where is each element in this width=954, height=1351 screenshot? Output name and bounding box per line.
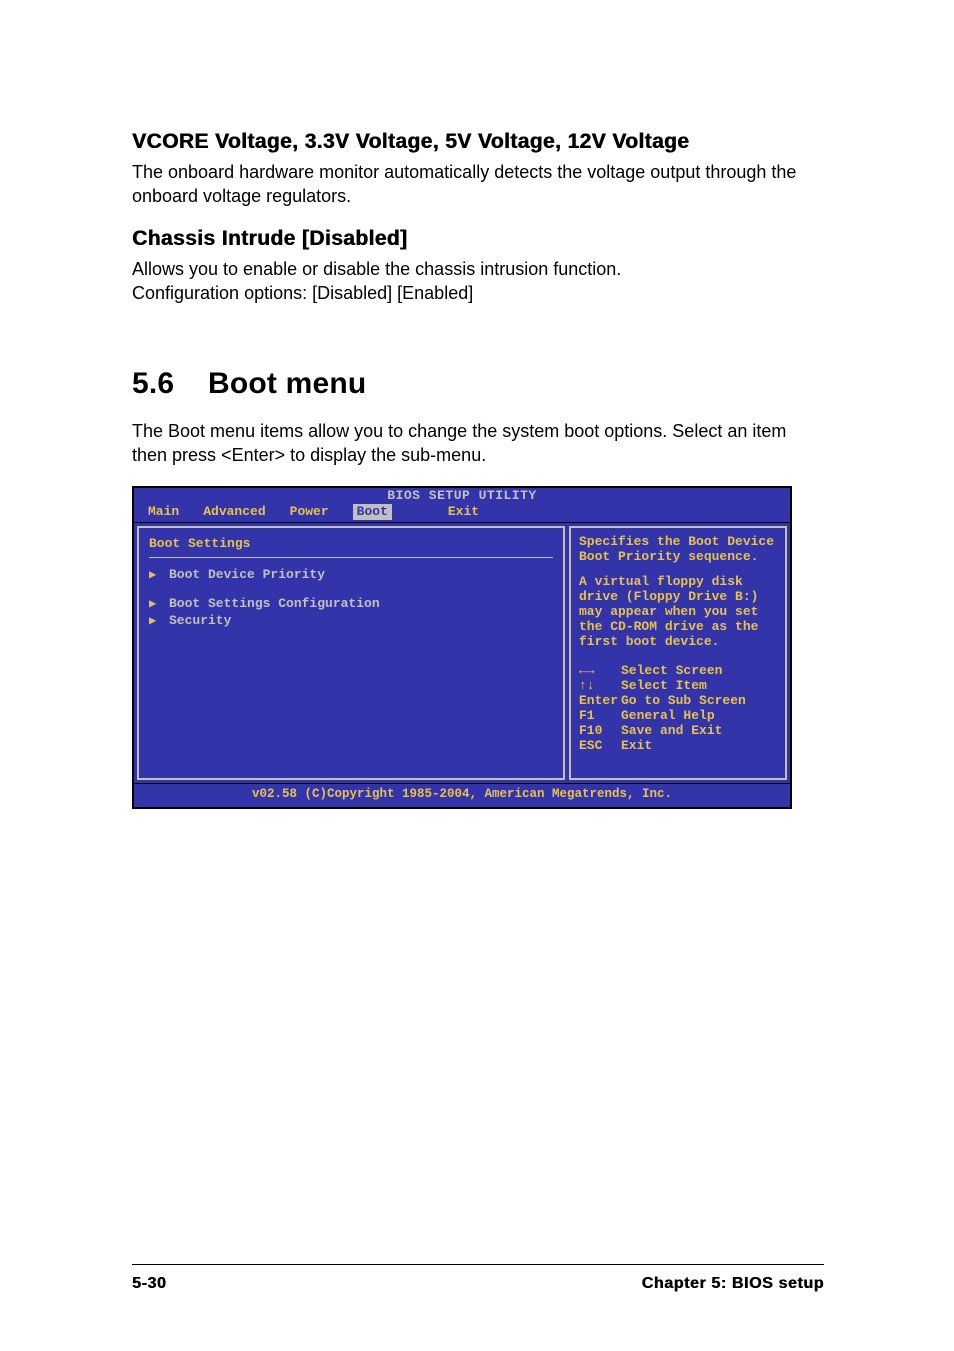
nav-key: Enter — [579, 693, 621, 708]
heading-chassis: Chassis Intrude [Disabled] — [132, 227, 824, 251]
page-footer: 5-30 Chapter 5: BIOS setup — [132, 1264, 824, 1293]
menu-item-boot-settings-config: ▶Boot Settings Configuration — [149, 595, 553, 612]
heading-title: Boot menu — [208, 367, 366, 400]
triangle-icon: ▶ — [149, 596, 169, 611]
nav-hints: ←→Select Screen ↑↓Select Item EnterGo to… — [579, 663, 777, 753]
tab-advanced: Advanced — [203, 504, 265, 520]
text-boot-menu: The Boot menu items allow you to change … — [132, 419, 824, 468]
help-text-2: A virtual floppy disk drive (Floppy Driv… — [579, 574, 777, 649]
nav-key: ←→ — [579, 663, 621, 678]
nav-label: Save and Exit — [621, 723, 722, 738]
menu-label: Boot Settings Configuration — [169, 596, 380, 611]
bios-tabs: Main Advanced Power Boot Exit — [134, 504, 790, 522]
menu-label: Security — [169, 613, 231, 628]
bios-title: BIOS SETUP UTILITY — [134, 488, 790, 504]
bios-right-panel: Specifies the Boot Device Boot Priority … — [569, 526, 787, 780]
nav-label: General Help — [621, 708, 715, 723]
triangle-icon: ▶ — [149, 567, 169, 582]
chapter-label: Chapter 5: BIOS setup — [642, 1275, 824, 1293]
heading-number: 5.6 — [132, 367, 208, 401]
menu-item-security: ▶Security — [149, 612, 553, 629]
nav-label: Exit — [621, 738, 652, 753]
tab-main: Main — [148, 504, 179, 520]
bios-left-panel: Boot Settings ▶Boot Device Priority ▶Boo… — [137, 526, 565, 780]
bios-footer: v02.58 (C)Copyright 1985-2004, American … — [134, 783, 790, 807]
nav-key: ESC — [579, 738, 621, 753]
tab-power: Power — [290, 504, 329, 520]
text-chassis-1: Allows you to enable or disable the chas… — [132, 257, 824, 281]
nav-label: Select Screen — [621, 663, 722, 678]
menu-label: Boot Device Priority — [169, 567, 325, 582]
nav-key: ↑↓ — [579, 678, 621, 693]
page-number: 5-30 — [132, 1275, 166, 1293]
triangle-icon: ▶ — [149, 613, 169, 628]
help-text-1: Specifies the Boot Device Boot Priority … — [579, 534, 777, 564]
heading-boot-menu: 5.6Boot menu — [132, 367, 824, 401]
bios-screenshot: BIOS SETUP UTILITY Main Advanced Power B… — [132, 486, 792, 809]
bios-section-title: Boot Settings — [149, 534, 553, 558]
text-chassis-2: Configuration options: [Disabled] [Enabl… — [132, 281, 824, 305]
tab-boot: Boot — [353, 504, 392, 520]
tab-exit: Exit — [448, 504, 479, 520]
menu-item-boot-device-priority: ▶Boot Device Priority — [149, 566, 553, 583]
nav-label: Go to Sub Screen — [621, 693, 746, 708]
heading-vcore: VCORE Voltage, 3.3V Voltage, 5V Voltage,… — [132, 130, 824, 154]
text-vcore: The onboard hardware monitor automatical… — [132, 160, 824, 209]
nav-key: F1 — [579, 708, 621, 723]
nav-label: Select Item — [621, 678, 707, 693]
nav-key: F10 — [579, 723, 621, 738]
